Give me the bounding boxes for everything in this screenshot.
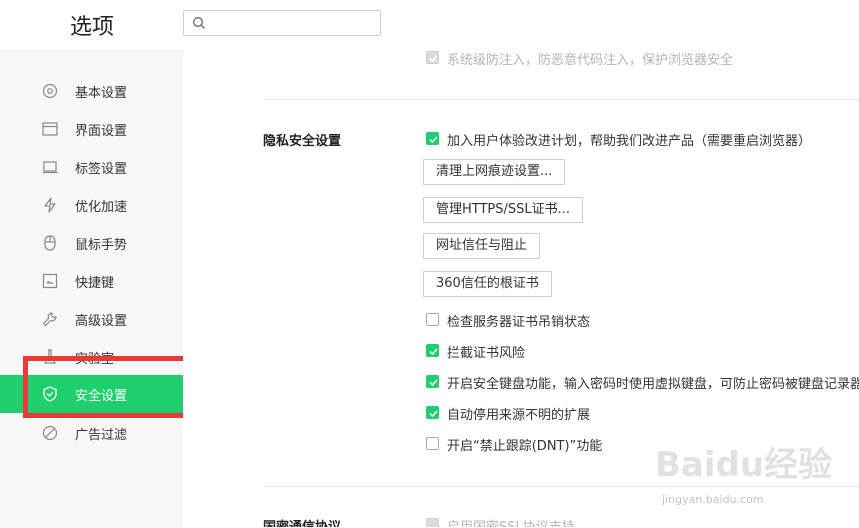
- root-certificates-button[interactable]: 360信任的根证书: [423, 271, 552, 297]
- manage-certificates-button[interactable]: 管理HTTPS/SSL证书...: [423, 197, 584, 223]
- section-title-privacy: 隐私安全设置: [263, 134, 342, 149]
- sidebar-item-label: 高级设置: [75, 314, 128, 329]
- sidebar: 基本设置 界面设置 标签设置 优化加速 鼠标手势 快捷键 高级设置 实验室 安全…: [0, 50, 183, 528]
- checkbox-label: 加入用户体验改进计划，帮助我们改进产品（需要重启浏览器）: [447, 134, 812, 149]
- section-title-guomi: 国密通信协议: [263, 516, 341, 527]
- divider: [263, 99, 859, 100]
- lightning-icon: [44, 197, 56, 213]
- sidebar-item-adblock[interactable]: 广告过滤: [0, 414, 183, 452]
- checkbox[interactable]: [426, 344, 439, 357]
- checkbox-label: 拦截证书风险: [447, 346, 526, 361]
- block-icon: [42, 425, 58, 441]
- sidebar-item-label: 快捷键: [75, 276, 115, 291]
- checkbox-label: 开启“禁止跟踪(DNT)”功能: [447, 439, 603, 454]
- keyboard-icon: [42, 273, 58, 289]
- checkbox[interactable]: [426, 518, 439, 527]
- checkbox[interactable]: [426, 132, 439, 145]
- search-icon: [193, 17, 205, 29]
- watermark-logo: Baidu经验: [655, 445, 833, 485]
- sidebar-item-label: 广告过滤: [75, 428, 128, 443]
- checkbox[interactable]: [426, 375, 439, 388]
- checkbox-label: 自动停用来源不明的扩展: [447, 408, 591, 423]
- sidebar-item-label: 基本设置: [75, 86, 128, 101]
- window-icon: [42, 122, 58, 136]
- wrench-icon: [42, 312, 57, 327]
- sidebar-item-label: 优化加速: [75, 200, 128, 215]
- header: 选项: [0, 0, 859, 50]
- sidebar-item-label: 界面设置: [75, 124, 128, 139]
- sidebar-item-interface[interactable]: 界面设置: [0, 110, 183, 148]
- sidebar-item-label: 标签设置: [75, 162, 128, 177]
- clear-traces-button[interactable]: 清理上网痕迹设置...: [423, 159, 566, 185]
- sidebar-item-optimize[interactable]: 优化加速: [0, 186, 183, 224]
- checkbox-label: 启用国密SSL协议支持: [447, 516, 575, 527]
- sidebar-item-label: 鼠标手势: [75, 238, 128, 253]
- checkbox[interactable]: [426, 437, 439, 450]
- sidebar-item-basic[interactable]: 基本设置: [0, 72, 183, 110]
- tab-icon: [42, 161, 58, 174]
- sidebar-item-mouse[interactable]: 鼠标手势: [0, 224, 183, 262]
- sidebar-item-advanced[interactable]: 高级设置: [0, 300, 183, 338]
- checkbox[interactable]: [426, 406, 439, 419]
- checkbox-label: 开启安全键盘功能，输入密码时使用虚拟键盘，可防止密码被键盘记录器: [447, 377, 859, 392]
- divider: [263, 486, 859, 487]
- checkbox-label: 检查服务器证书吊销状态: [447, 315, 591, 330]
- search-input[interactable]: [210, 13, 378, 35]
- gear-icon: [42, 83, 58, 99]
- checkbox-label: 系统级防注入，防恶意代码注入，保护浏览器安全: [447, 53, 734, 68]
- page-title: 选项: [70, 15, 115, 40]
- highlight-box: [23, 356, 209, 418]
- mouse-icon: [44, 235, 56, 251]
- search-box[interactable]: [183, 10, 381, 36]
- checkbox[interactable]: [426, 51, 439, 64]
- url-trust-block-button[interactable]: 网址信任与阻止: [423, 233, 541, 259]
- watermark-url: jingyan.baidu.com: [662, 493, 764, 506]
- sidebar-item-tabs[interactable]: 标签设置: [0, 148, 183, 186]
- checkbox[interactable]: [426, 313, 439, 326]
- sidebar-item-shortcuts[interactable]: 快捷键: [0, 262, 183, 300]
